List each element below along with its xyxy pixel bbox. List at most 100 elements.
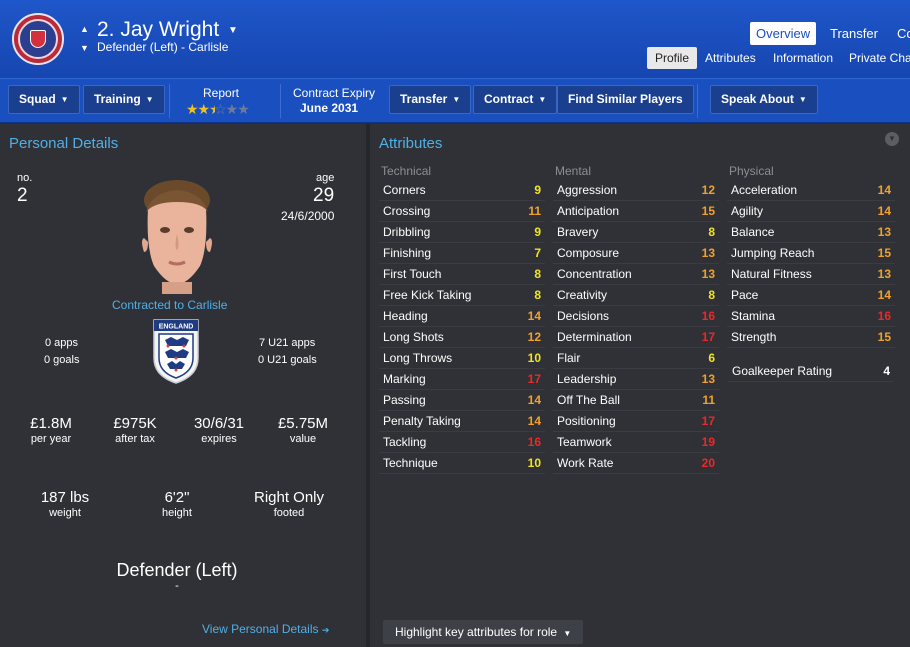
- attribute-row[interactable]: Work Rate 20: [553, 453, 719, 474]
- attribute-row[interactable]: Jumping Reach 15: [727, 243, 895, 264]
- attribute-name: Flair: [557, 351, 581, 365]
- attribute-row[interactable]: Long Throws 10: [379, 348, 545, 369]
- attribute-row[interactable]: Determination 17: [553, 327, 719, 348]
- after-tax-value: £975K: [113, 415, 157, 432]
- attribute-row[interactable]: Tackling 16: [379, 432, 545, 453]
- attribute-row[interactable]: Decisions 16: [553, 306, 719, 327]
- attribute-value: 14: [527, 309, 541, 323]
- attribute-row[interactable]: Creativity 8: [553, 285, 719, 306]
- contract-expires-value: 30/6/31: [193, 415, 245, 432]
- attributes-title: Attributes: [379, 135, 443, 152]
- attribute-row[interactable]: Crossing 11: [379, 201, 545, 222]
- chevron-down-icon: ▼: [563, 629, 572, 638]
- attribute-row[interactable]: First Touch 8: [379, 264, 545, 285]
- subtab-attributes[interactable]: Attributes: [697, 47, 764, 69]
- attribute-value: 11: [528, 204, 541, 218]
- attribute-name: Bravery: [557, 225, 599, 239]
- attribute-row[interactable]: Strength 15: [727, 327, 895, 348]
- attribute-name: Determination: [557, 330, 632, 344]
- attribute-name: Balance: [731, 225, 775, 239]
- highlight-key-attributes-button[interactable]: Highlight key attributes for role ▼: [383, 620, 584, 644]
- attribute-name: Off The Ball: [557, 393, 620, 407]
- position-title: Defender (Left): [116, 560, 238, 580]
- attribute-name: Positioning: [557, 414, 616, 428]
- tab-more[interactable]: Co: [891, 22, 910, 45]
- report-stars[interactable]: ★★★☆★★: [186, 101, 250, 118]
- speak-about-button[interactable]: Speak About ▼: [710, 85, 818, 114]
- attribute-name: Tackling: [383, 435, 427, 449]
- attribute-row[interactable]: Passing 14: [379, 390, 545, 411]
- find-similar-players-button[interactable]: Find Similar Players: [557, 85, 694, 114]
- subtab-information[interactable]: Information: [765, 47, 841, 69]
- position-sub: -: [175, 580, 179, 592]
- attribute-row[interactable]: Heading 14: [379, 306, 545, 327]
- attribute-value: 15: [877, 330, 891, 344]
- attribute-row[interactable]: Teamwork 19: [553, 432, 719, 453]
- attribute-name: Anticipation: [557, 204, 620, 218]
- attribute-name: Concentration: [557, 267, 632, 281]
- training-button[interactable]: Training ▼: [83, 85, 165, 114]
- attribute-value: 8: [534, 288, 541, 302]
- attribute-row[interactable]: Bravery 8: [553, 222, 719, 243]
- attribute-row[interactable]: Aggression 12: [553, 180, 719, 201]
- subtab-private-chat[interactable]: Private Chat: [841, 47, 910, 69]
- attribute-row[interactable]: Dribbling 9: [379, 222, 545, 243]
- attribute-name: Heading: [383, 309, 428, 323]
- attribute-name: Teamwork: [557, 435, 612, 449]
- club-crest: [12, 13, 64, 65]
- attribute-row[interactable]: Long Shots 12: [379, 327, 545, 348]
- attribute-row[interactable]: Marking 17: [379, 369, 545, 390]
- attribute-value: 16: [877, 309, 891, 323]
- view-personal-details-link[interactable]: View Personal Details ➔: [202, 622, 329, 636]
- tab-overview[interactable]: Overview: [750, 22, 817, 45]
- transfer-button[interactable]: Transfer ▼: [389, 85, 472, 114]
- attribute-name: Corners: [383, 183, 426, 197]
- attribute-row[interactable]: Positioning 17: [553, 411, 719, 432]
- attribute-name: Agility: [731, 204, 764, 218]
- tab-transfer[interactable]: Transfer: [824, 22, 884, 45]
- weight-label: weight: [49, 507, 81, 519]
- attribute-row[interactable]: Corners 9: [379, 180, 545, 201]
- u21-goals-count: 0 U21 goals: [258, 354, 317, 366]
- attribute-row[interactable]: Flair 6: [553, 348, 719, 369]
- wage-value: £1.8M: [30, 415, 72, 432]
- attribute-row[interactable]: Balance 13: [727, 222, 895, 243]
- attribute-row[interactable]: Stamina 16: [727, 306, 895, 327]
- attribute-row[interactable]: Natural Fitness 13: [727, 264, 895, 285]
- attribute-name: Creativity: [557, 288, 608, 302]
- attribute-row[interactable]: Acceleration 14: [727, 180, 895, 201]
- attribute-row[interactable]: Agility 14: [727, 201, 895, 222]
- attribute-row[interactable]: Concentration 13: [553, 264, 719, 285]
- attribute-row[interactable]: Finishing 7: [379, 243, 545, 264]
- attribute-name: Strength: [731, 330, 777, 344]
- attribute-row[interactable]: Technique 10: [379, 453, 545, 474]
- chevron-down-icon[interactable]: ▼: [228, 25, 238, 36]
- report-label: Report: [203, 86, 240, 100]
- attribute-name: Free Kick Taking: [383, 288, 472, 302]
- attribute-value: 10: [527, 456, 541, 470]
- chevron-down-icon[interactable]: ▼: [885, 132, 899, 146]
- attribute-name: Aggression: [557, 183, 618, 197]
- attribute-row[interactable]: Off The Ball 11: [553, 390, 719, 411]
- attribute-name: Acceleration: [731, 183, 798, 197]
- attribute-name: Long Throws: [383, 351, 453, 365]
- attribute-value: 17: [701, 414, 715, 428]
- subtab-profile[interactable]: Profile: [647, 47, 698, 69]
- contract-button[interactable]: Contract ▼: [473, 85, 558, 114]
- attribute-row[interactable]: Penalty Taking 14: [379, 411, 545, 432]
- contract-expiry-value: June 2031: [300, 101, 359, 115]
- squad-button[interactable]: Squad ▼: [8, 85, 80, 114]
- attribute-row[interactable]: Free Kick Taking 8: [379, 285, 545, 306]
- age-value: 29: [313, 185, 335, 206]
- wage-label: per year: [30, 433, 72, 445]
- attribute-name: Marking: [383, 372, 426, 386]
- player-nav-arrows[interactable]: ▲ ▼: [80, 20, 89, 58]
- attribute-value: 17: [527, 372, 541, 386]
- attribute-row[interactable]: Pace 14: [727, 285, 895, 306]
- attribute-value: 13: [877, 225, 891, 239]
- contracted-to-club-link[interactable]: Contracted to Carlisle: [112, 298, 227, 312]
- attribute-row[interactable]: Anticipation 15: [553, 201, 719, 222]
- attribute-row[interactable]: Leadership 13: [553, 369, 719, 390]
- attribute-row[interactable]: Composure 13: [553, 243, 719, 264]
- attribute-name: Work Rate: [557, 456, 614, 470]
